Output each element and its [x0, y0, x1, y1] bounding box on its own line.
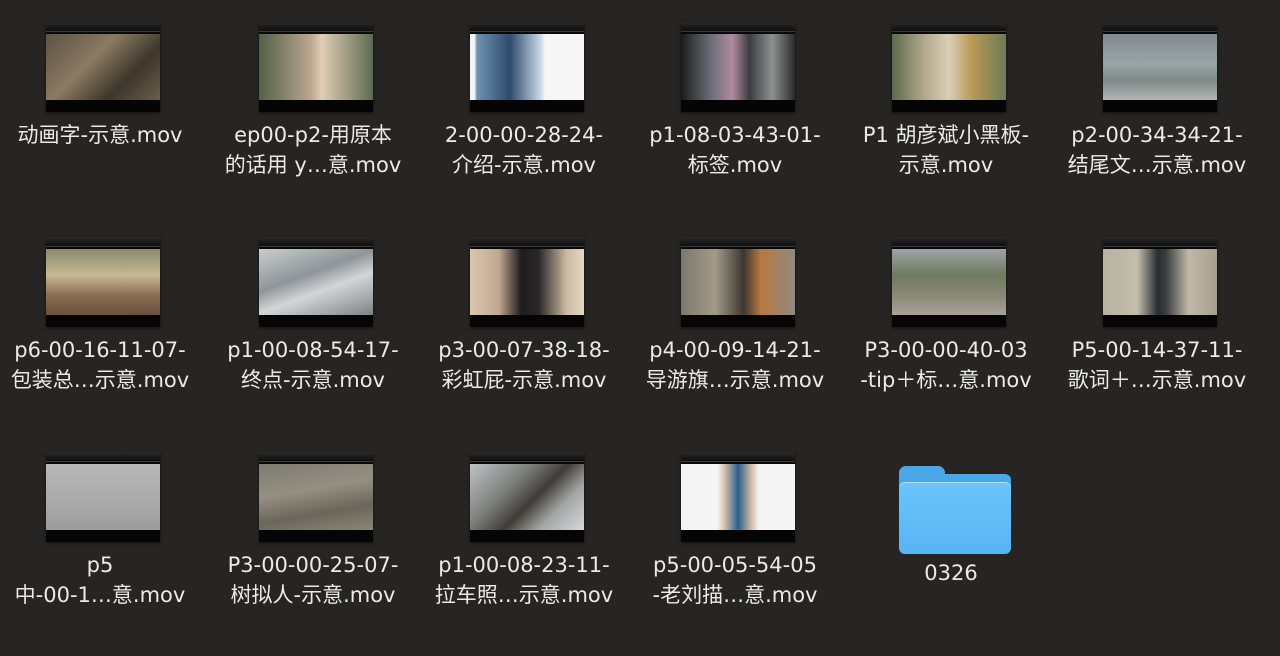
file-item[interactable]: P1 胡彦斌小黑板- 示意.mov [846, 0, 1046, 200]
file-item[interactable]: 动画字-示意.mov [0, 0, 200, 200]
file-item[interactable]: p1-00-08-23-11- 拉车照…示意.mov [424, 430, 624, 630]
folder-item[interactable]: 0326 [851, 430, 1051, 630]
video-thumbnail[interactable] [46, 237, 160, 327]
file-item[interactable]: P5-00-14-37-11- 歌词＋…示意.mov [1057, 215, 1257, 415]
video-thumbnail[interactable] [1103, 22, 1217, 112]
file-name[interactable]: p3-00-07-38-18- 彩虹屁-示意.mov [418, 335, 630, 395]
folder-icon[interactable] [897, 460, 1013, 556]
file-name[interactable]: P3-00-00-25-07- 树拟人-示意.mov [207, 550, 419, 610]
file-name[interactable]: p1-00-08-23-11- 拉车照…示意.mov [418, 550, 630, 610]
file-name[interactable]: p1-08-03-43-01- 标签.mov [629, 120, 841, 180]
file-item[interactable]: 2-00-00-28-24- 介绍-示意.mov [424, 0, 624, 200]
file-name[interactable]: P1 胡彦斌小黑板- 示意.mov [840, 120, 1052, 180]
video-thumbnail[interactable] [681, 237, 795, 327]
file-item[interactable]: P3-00-00-40-03 -tip＋标…意.mov [846, 215, 1046, 415]
video-thumbnail[interactable] [46, 22, 160, 112]
video-thumbnail[interactable] [470, 22, 584, 112]
file-name[interactable]: p4-00-09-14-21- 导游旗…示意.mov [629, 335, 841, 395]
file-name[interactable]: p1-00-08-54-17- 终点-示意.mov [207, 335, 419, 395]
file-item[interactable]: p3-00-07-38-18- 彩虹屁-示意.mov [424, 215, 624, 415]
file-name[interactable]: p5-00-05-54-05 -老刘描…意.mov [629, 550, 841, 610]
file-item[interactable]: p6-00-16-11-07- 包装总…示意.mov [0, 215, 200, 415]
video-thumbnail[interactable] [259, 237, 373, 327]
video-thumbnail[interactable] [470, 452, 584, 542]
file-item[interactable]: p4-00-09-14-21- 导游旗…示意.mov [635, 215, 835, 415]
file-name[interactable]: p5 中-00-1…意.mov [0, 550, 206, 610]
file-item[interactable]: p1-08-03-43-01- 标签.mov [635, 0, 835, 200]
video-thumbnail[interactable] [892, 22, 1006, 112]
video-thumbnail[interactable] [470, 237, 584, 327]
file-grid: 动画字-示意.mov ep00-p2-用原本 的话用 y…意.mov 2-00-… [0, 0, 1280, 656]
file-name[interactable]: ep00-p2-用原本 的话用 y…意.mov [207, 120, 419, 180]
video-thumbnail[interactable] [259, 452, 373, 542]
video-thumbnail[interactable] [681, 452, 795, 542]
file-item[interactable]: p1-00-08-54-17- 终点-示意.mov [213, 215, 413, 415]
video-thumbnail[interactable] [681, 22, 795, 112]
file-name[interactable]: 动画字-示意.mov [0, 120, 206, 150]
file-name[interactable]: P3-00-00-40-03 -tip＋标…意.mov [840, 335, 1052, 395]
video-thumbnail[interactable] [892, 237, 1006, 327]
file-item[interactable]: p2-00-34-34-21- 结尾文…示意.mov [1057, 0, 1257, 200]
video-thumbnail[interactable] [1103, 237, 1217, 327]
file-name[interactable]: p6-00-16-11-07- 包装总…示意.mov [0, 335, 206, 395]
video-thumbnail[interactable] [259, 22, 373, 112]
file-item[interactable]: p5-00-05-54-05 -老刘描…意.mov [635, 430, 835, 630]
folder-name[interactable]: 0326 [845, 558, 1057, 588]
file-name[interactable]: 2-00-00-28-24- 介绍-示意.mov [418, 120, 630, 180]
file-name[interactable]: p2-00-34-34-21- 结尾文…示意.mov [1051, 120, 1263, 180]
video-thumbnail[interactable] [46, 452, 160, 542]
file-name[interactable]: P5-00-14-37-11- 歌词＋…示意.mov [1051, 335, 1263, 395]
file-item[interactable]: P3-00-00-25-07- 树拟人-示意.mov [213, 430, 413, 630]
file-item[interactable]: p5 中-00-1…意.mov [0, 430, 200, 630]
file-item[interactable]: ep00-p2-用原本 的话用 y…意.mov [213, 0, 413, 200]
